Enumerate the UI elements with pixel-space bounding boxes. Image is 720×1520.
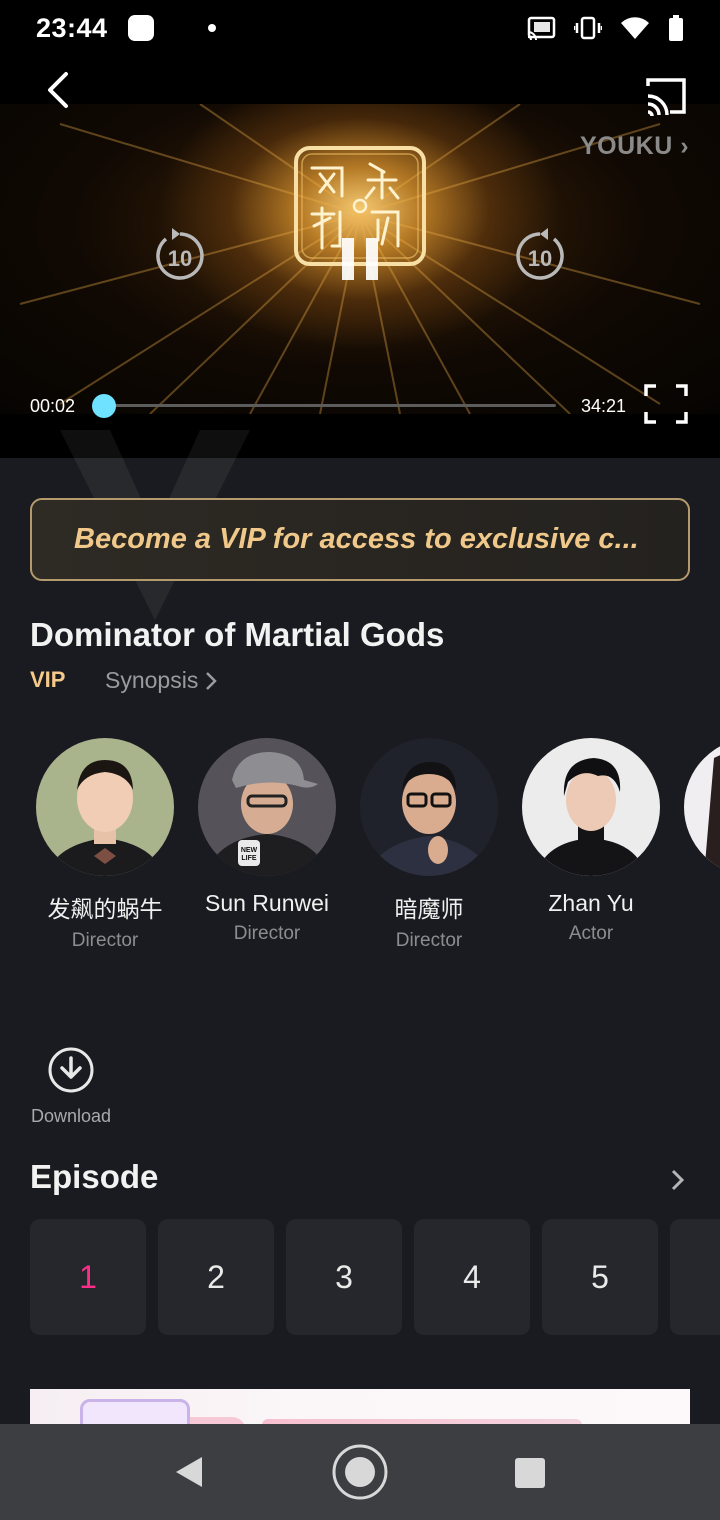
nav-back-icon[interactable] xyxy=(172,1455,206,1489)
synopsis-label: Synopsis xyxy=(105,667,199,693)
nav-recents-icon[interactable] xyxy=(514,1457,546,1489)
vibrate-icon xyxy=(574,16,602,40)
episode-heading: Episode xyxy=(30,1158,159,1195)
cast-role: Director xyxy=(71,930,139,951)
current-time: 00:02 xyxy=(30,396,76,416)
status-icons xyxy=(526,15,684,41)
cast-list[interactable]: 发飙的蜗牛 Director NEW LIFE Sun Runwei Direc… xyxy=(0,738,720,958)
forward-10-icon: 10 xyxy=(516,228,564,280)
cast-role: Director xyxy=(233,923,301,944)
pause-icon[interactable] xyxy=(340,234,380,282)
cast-member[interactable]: Ch xyxy=(672,738,720,923)
cast-icon[interactable] xyxy=(644,76,688,116)
avatar xyxy=(360,738,498,876)
synopsis-link[interactable]: Synopsis xyxy=(105,667,218,694)
app-notification-icon xyxy=(127,15,154,41)
progress-bar[interactable] xyxy=(92,394,556,418)
vip-promo-banner[interactable]: Become a VIP for access to exclusive c..… xyxy=(30,498,690,581)
cast-name: 暗魔师 xyxy=(394,896,464,922)
wifi-icon xyxy=(621,17,649,39)
cast-member[interactable]: 暗魔师 Director xyxy=(348,738,510,952)
svg-text:10: 10 xyxy=(168,246,192,271)
status-time: 23:44 xyxy=(36,12,108,43)
app-page: 23:44 YOUKU › 10 10 00:02 34:21 Become a… xyxy=(0,0,720,1520)
promo-banner[interactable] xyxy=(30,1389,690,1429)
skip-forward-button[interactable]: 10 xyxy=(510,226,570,286)
chevron-right-icon[interactable] xyxy=(664,1166,692,1194)
fullscreen-icon[interactable] xyxy=(644,384,688,424)
episode-chip[interactable] xyxy=(670,1219,720,1335)
cast-name: 发飙的蜗牛 xyxy=(47,896,163,922)
download-button[interactable]: Download xyxy=(26,1046,116,1127)
avatar: NEW LIFE xyxy=(198,738,336,876)
nav-home-icon[interactable] xyxy=(331,1443,389,1501)
episode-chip[interactable]: 3 xyxy=(286,1219,402,1335)
download-label: Download xyxy=(30,1106,112,1126)
cast-member[interactable]: NEW LIFE Sun Runwei Director xyxy=(186,738,348,945)
episode-chip[interactable]: 2 xyxy=(158,1219,274,1335)
status-bar: 23:44 xyxy=(0,0,720,56)
svg-text:LIFE: LIFE xyxy=(241,855,256,862)
download-icon xyxy=(48,1047,94,1093)
vip-banner-text: Become a VIP for access to exclusive c..… xyxy=(74,523,639,555)
cast-member[interactable]: 发飙的蜗牛 Director xyxy=(24,738,186,952)
cast-member[interactable]: Zhan Yu Actor xyxy=(510,738,672,945)
svg-text:NEW: NEW xyxy=(241,847,258,854)
youku-play-icon: › xyxy=(680,132,690,160)
svg-text:10: 10 xyxy=(528,246,552,271)
total-time: 34:21 xyxy=(581,396,627,416)
video-player[interactable]: YOUKU › 10 10 00:02 34:21 xyxy=(0,56,720,458)
cast-name: Ch xyxy=(672,890,720,917)
cast-role: Director xyxy=(395,930,463,951)
cast-name: Zhan Yu xyxy=(548,890,634,916)
rewind-10-icon: 10 xyxy=(156,228,204,280)
system-nav-bar xyxy=(0,1424,720,1520)
brand-text: YOUKU xyxy=(580,132,673,160)
episode-chip[interactable]: 4 xyxy=(414,1219,530,1335)
episode-chip[interactable]: 5 xyxy=(542,1219,658,1335)
progress-thumb[interactable] xyxy=(92,394,117,418)
episode-list[interactable]: 1 2 3 4 5 xyxy=(30,1219,720,1335)
chevron-right-icon xyxy=(206,671,218,690)
avatar xyxy=(684,738,720,876)
back-arrow-icon[interactable] xyxy=(40,70,80,110)
skip-back-button[interactable]: 10 xyxy=(150,226,210,286)
cast-name: Sun Runwei xyxy=(204,890,330,916)
cast-role: Actor xyxy=(568,923,614,944)
vip-badge: VIP xyxy=(30,667,66,692)
cast-status-icon xyxy=(527,16,556,40)
avatar xyxy=(522,738,660,876)
episode-chip[interactable]: 1 xyxy=(30,1219,146,1335)
youku-logo: YOUKU › xyxy=(580,132,689,161)
battery-icon xyxy=(669,15,683,41)
avatar xyxy=(36,738,174,876)
show-title: Dominator of Martial Gods xyxy=(30,616,445,653)
dot-icon xyxy=(207,24,216,32)
